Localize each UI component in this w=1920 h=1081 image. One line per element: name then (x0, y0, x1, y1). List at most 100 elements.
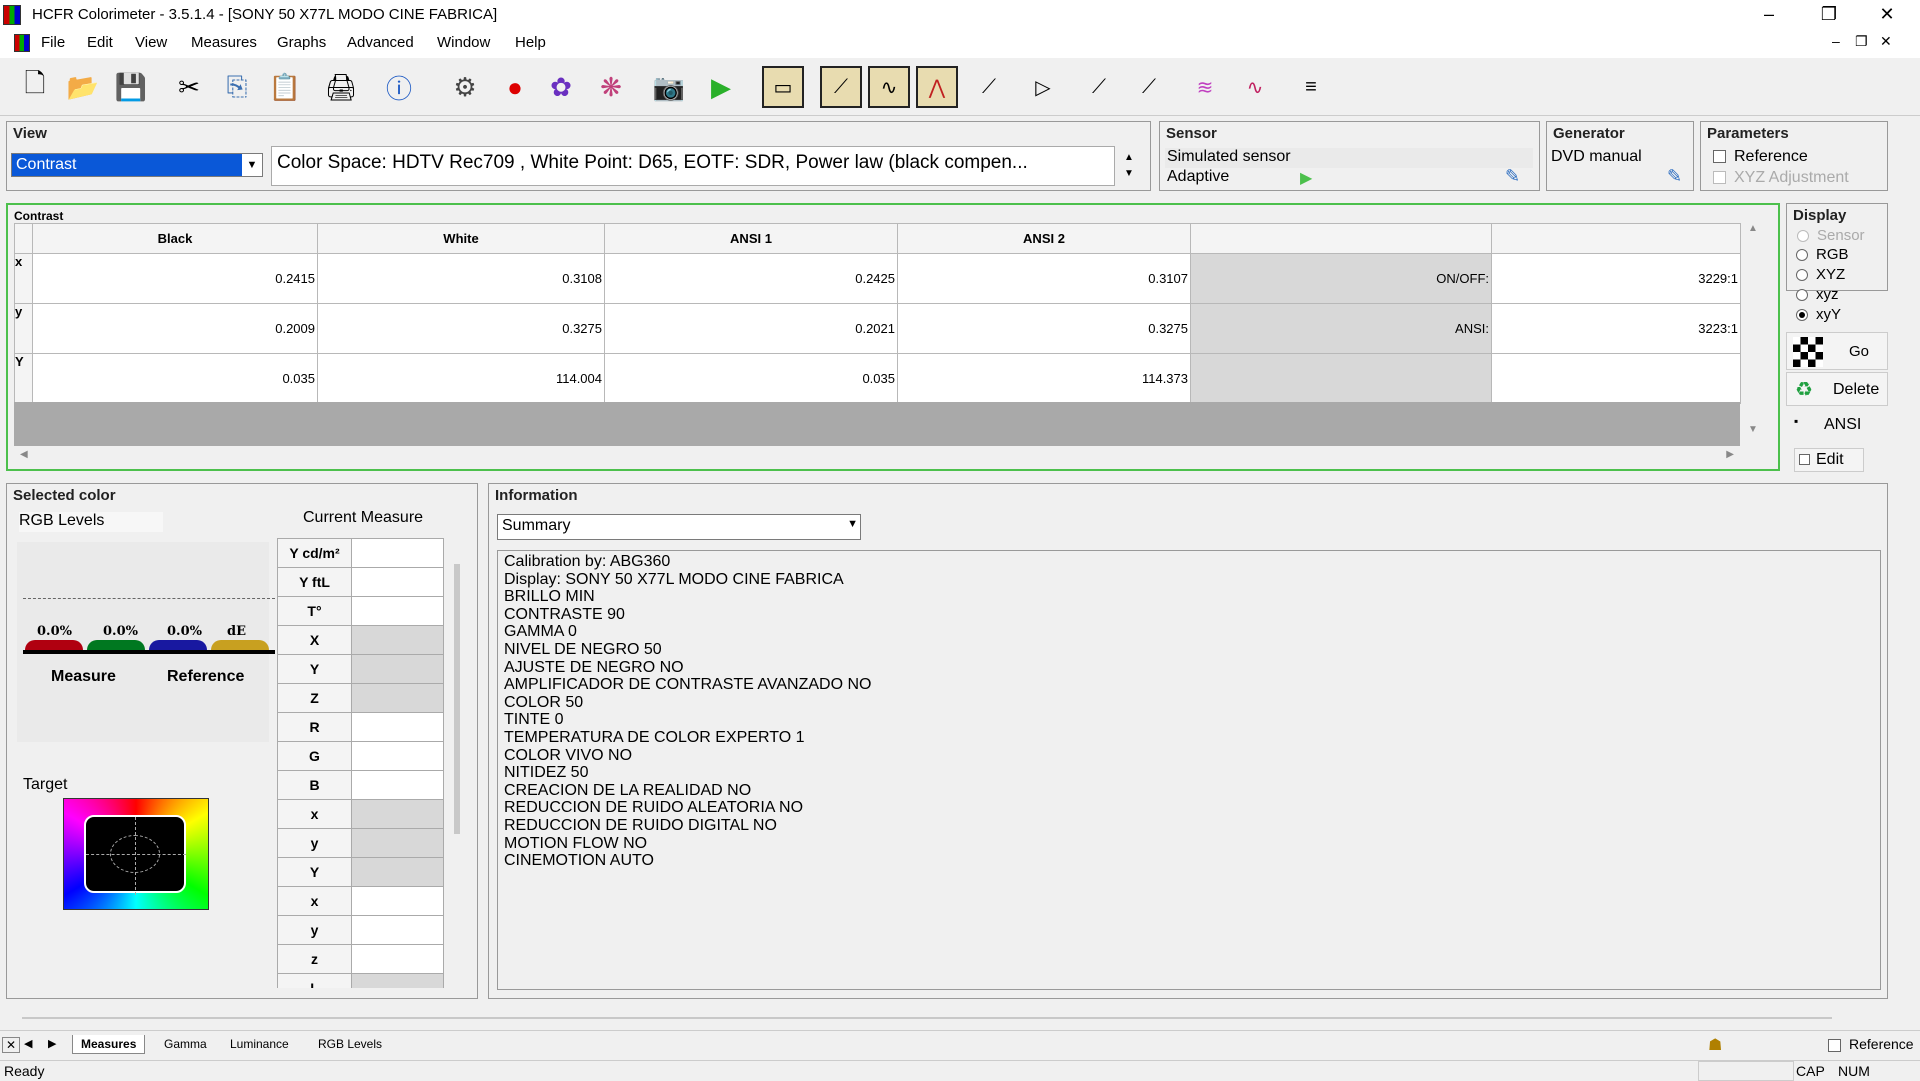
display-option-xyz-lower[interactable]: xyz (1796, 285, 1849, 305)
horizontal-scrollbar[interactable]: ◀ ▶ (14, 449, 1740, 467)
colors-icon[interactable]: ❋ (590, 66, 632, 108)
information-line: MOTION FLOW NO (504, 834, 648, 852)
save-icon[interactable]: 💾 (110, 66, 152, 108)
blue-bar (149, 640, 207, 650)
information-select[interactable]: Summary ▼ (497, 514, 861, 540)
table-cell[interactable]: 0.3107 (897, 253, 1191, 304)
menu-window[interactable]: Window (437, 34, 490, 51)
graph-icon[interactable]: ⟋ (820, 66, 862, 108)
graph-icon[interactable]: ⟋ (968, 66, 1010, 108)
tab-luminance[interactable]: Luminance (222, 1035, 297, 1053)
table-cell[interactable]: 114.004 (317, 353, 605, 404)
close-button[interactable]: ✕ (1858, 0, 1916, 30)
checkerboard-icon (1793, 337, 1823, 367)
menu-advanced[interactable]: Advanced (347, 34, 414, 51)
new-icon[interactable]: 🗋 (14, 66, 56, 108)
graph-icon[interactable]: ∿ (1234, 66, 1276, 108)
graph-icon[interactable]: ≋ (1184, 66, 1226, 108)
bottom-reference-checkbox[interactable]: Reference (1828, 1036, 1914, 1052)
table-cell[interactable]: 0.3108 (317, 253, 605, 304)
measure-row-label: Z (277, 683, 352, 713)
status-cap: CAP (1796, 1063, 1825, 1079)
blue-level: 0.0% (167, 624, 202, 639)
information-line: NITIDEZ 50 (504, 764, 589, 782)
tab-gamma[interactable]: Gamma (156, 1035, 215, 1053)
play-icon[interactable]: ▶ (1300, 168, 1312, 188)
menu-edit[interactable]: Edit (87, 34, 113, 51)
mdi-close-button[interactable]: ✕ (1880, 33, 1892, 50)
measure-scrollbar[interactable] (454, 564, 460, 834)
contrast-label: Contrast (14, 209, 64, 223)
colorspace-spinner[interactable]: ▲ ▼ (1119, 150, 1139, 182)
display-label: Display (1793, 207, 1847, 224)
graph-icon[interactable]: ⟋ (1128, 66, 1170, 108)
minimize-button[interactable]: – (1740, 0, 1798, 30)
tab-rgb-levels[interactable]: RGB Levels (310, 1035, 390, 1053)
display-option-rgb[interactable]: RGB (1796, 245, 1849, 265)
go-button[interactable]: Go (1786, 332, 1888, 370)
prev-tab-button[interactable]: ◀ (24, 1037, 32, 1050)
menu-help[interactable]: Help (515, 34, 546, 51)
cut-icon[interactable]: ✂ (168, 66, 210, 108)
generator-name: DVD manual (1551, 148, 1642, 165)
chevron-down-icon: ▼ (242, 154, 262, 176)
open-icon[interactable]: 📂 (62, 66, 104, 108)
measure-row-label: x (277, 799, 352, 829)
play-icon[interactable]: ▶ (700, 66, 742, 108)
menu-file[interactable]: File (41, 34, 65, 51)
information-text: Calibration by: ABG360 Display: SONY 50 X… (497, 550, 1881, 990)
ansi-button[interactable]: ▪ ANSI (1786, 410, 1888, 442)
menu-graphs[interactable]: Graphs (277, 34, 326, 51)
graph-icon[interactable]: ∿ (868, 66, 910, 108)
menu-measures[interactable]: Measures (191, 34, 257, 51)
measure-row-value (351, 799, 444, 829)
configure-icon[interactable]: ✎ (1505, 166, 1520, 187)
display-option-xyz-upper[interactable]: XYZ (1796, 265, 1849, 285)
xyz-adjustment-checkbox: XYZ Adjustment (1713, 169, 1849, 187)
mdi-restore-button[interactable]: ❐ (1855, 33, 1868, 50)
camera-icon[interactable]: 📷 (648, 66, 690, 108)
corner-cell (14, 223, 33, 254)
paste-icon[interactable]: 📋 (264, 66, 306, 108)
graph-icon[interactable]: ≡ (1290, 66, 1332, 108)
table-cell[interactable]: 0.3275 (897, 303, 1191, 354)
close-tab-button[interactable]: ✕ (2, 1037, 20, 1053)
help-icon[interactable]: ⓘ (378, 66, 420, 108)
measure-row-value (351, 944, 444, 974)
restore-button[interactable]: ❐ (1800, 0, 1858, 30)
menu-view[interactable]: View (135, 34, 167, 51)
graph-icon[interactable]: ⟋ (1078, 66, 1120, 108)
table-cell[interactable]: 0.2415 (32, 253, 318, 304)
delete-button[interactable]: ♻ Delete (1786, 372, 1888, 406)
view-select[interactable]: Contrast ▼ (11, 153, 263, 177)
copy-icon[interactable]: ⎘ (216, 66, 258, 108)
tab-measures[interactable]: Measures (72, 1035, 146, 1054)
reference-checkbox[interactable]: Reference (1713, 148, 1808, 166)
table-cell[interactable]: 114.373 (897, 353, 1191, 404)
measure-row-label: R (277, 712, 352, 742)
splitter[interactable] (22, 1017, 1832, 1019)
vertical-scrollbar[interactable]: ▲ ▼ (1744, 223, 1762, 445)
measure-row-value (351, 915, 444, 945)
table-cell[interactable]: 0.2009 (32, 303, 318, 354)
configure-icon[interactable]: ✎ (1667, 166, 1682, 187)
print-icon[interactable]: 🖨 (320, 66, 362, 108)
edit-toggle[interactable]: Edit (1794, 448, 1864, 472)
mdi-minimize-button[interactable]: – (1832, 33, 1840, 49)
primaries-icon[interactable]: ● (494, 66, 536, 108)
table-cell[interactable]: 0.035 (32, 353, 318, 404)
table-cell[interactable]: 0.3275 (317, 303, 605, 354)
graph-icon[interactable]: ⋀ (916, 66, 958, 108)
sensor-label: Sensor (1166, 125, 1217, 142)
display-option-xyY[interactable]: xyY (1796, 305, 1849, 325)
graph-icon[interactable]: ▷ (1022, 66, 1064, 108)
secondaries-icon[interactable]: ✿ (540, 66, 582, 108)
graph-icon[interactable]: ▭ (762, 66, 804, 108)
measure-row-value (351, 712, 444, 742)
table-cell[interactable]: 0.035 (604, 353, 898, 404)
table-cell[interactable]: 0.2021 (604, 303, 898, 354)
sensor-icon[interactable]: ⚙ (444, 66, 486, 108)
next-tab-button[interactable]: ▶ (48, 1037, 56, 1050)
table-row: Y 0.035 114.004 0.035 114.373 (14, 353, 1741, 404)
table-cell[interactable]: 0.2425 (604, 253, 898, 304)
